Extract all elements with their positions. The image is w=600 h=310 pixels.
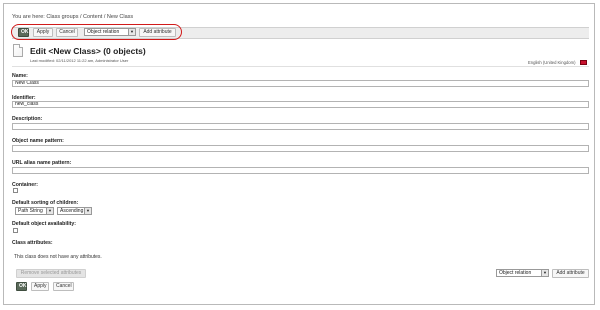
last-modified-text: Last modified: 02/11/2012 11:22 am, Admi…	[30, 58, 129, 63]
chevron-down-icon: ▼	[541, 270, 548, 276]
bottom-ok-button[interactable]: OK	[16, 282, 27, 291]
sorting-label: Default sorting of children:	[12, 200, 79, 206]
container-checkbox[interactable]	[13, 188, 18, 193]
object-name-pattern-label: Object name pattern:	[12, 138, 64, 144]
sort-field-select[interactable]: Path String ▼	[15, 207, 54, 215]
remove-selected-attributes-button[interactable]: Remove selected attributes	[16, 269, 86, 278]
identifier-field[interactable]: new_class	[12, 101, 589, 108]
uk-flag-icon	[580, 60, 587, 65]
highlight-annotation	[11, 24, 182, 40]
url-alias-field[interactable]	[12, 167, 589, 174]
sort-order-value: Ascending	[60, 208, 84, 214]
divider	[12, 66, 589, 67]
description-label: Description:	[12, 116, 43, 122]
url-alias-label: URL alias name pattern:	[12, 160, 72, 166]
bottom-attribute-type-select[interactable]: Object relation ▼	[496, 269, 549, 277]
class-attributes-heading: Class attributes:	[12, 240, 53, 246]
object-name-pattern-field[interactable]	[12, 145, 589, 152]
language-label: English (United Kingdom)	[528, 60, 576, 65]
bottom-add-attribute-button[interactable]: Add attribute	[552, 269, 589, 278]
chevron-down-icon: ▼	[46, 208, 53, 214]
availability-checkbox[interactable]	[13, 228, 18, 233]
no-attributes-message: This class does not have any attributes.	[14, 254, 102, 260]
document-icon	[13, 44, 23, 57]
description-field[interactable]	[12, 123, 589, 130]
sort-order-select[interactable]: Ascending ▼	[57, 207, 92, 215]
bottom-attribute-type-value: Object relation	[499, 270, 532, 276]
bottom-apply-button[interactable]: Apply	[31, 282, 49, 291]
chevron-down-icon: ▼	[84, 208, 91, 214]
page-title: Edit <New Class> (0 objects)	[30, 46, 146, 56]
availability-label: Default object availability:	[12, 221, 76, 227]
name-field[interactable]: New Class	[12, 80, 589, 87]
breadcrumb: You are here: Class groups / Content / N…	[12, 14, 134, 20]
sort-field-value: Path String	[18, 208, 43, 214]
bottom-cancel-button[interactable]: Cancel	[53, 282, 74, 291]
name-label: Name:	[12, 73, 28, 79]
